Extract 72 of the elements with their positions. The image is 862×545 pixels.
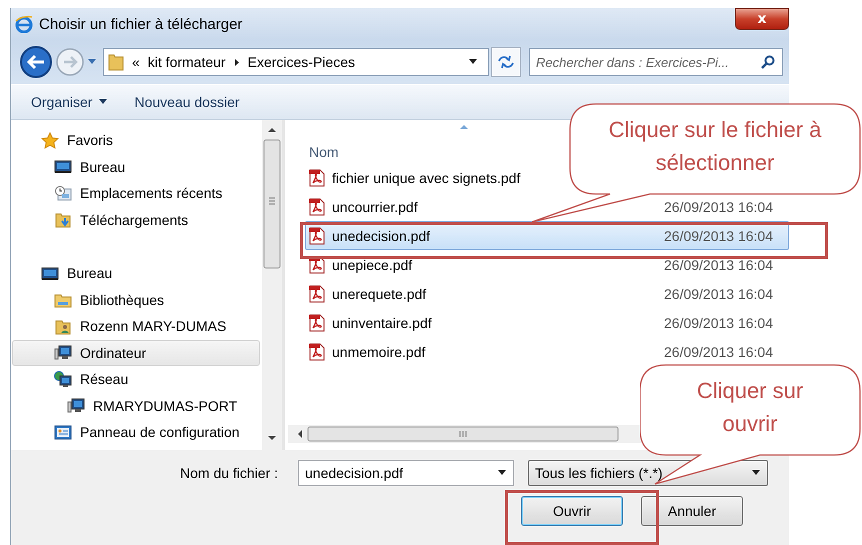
pdf-file-icon (308, 342, 326, 360)
tree-item[interactable]: RMARYDUMAS-PORT (12, 392, 260, 419)
tree-item[interactable]: Réseau (12, 366, 260, 392)
window-title: Choisir un fichier à télécharger (39, 16, 242, 32)
file-date: 26/09/2013 16:04 (664, 228, 773, 244)
sort-arrow-icon (459, 124, 469, 130)
file-name: uncourrier.pdf (332, 198, 419, 214)
breadcrumb-overflow[interactable]: « (132, 54, 140, 70)
vertical-scrollbar[interactable] (262, 120, 282, 450)
search-icon (761, 55, 775, 69)
monitor-icon (54, 158, 72, 176)
tree-item[interactable]: Favoris (12, 127, 260, 154)
tree-item[interactable]: Ordinateur (12, 340, 260, 366)
file-name: unerequete.pdf (332, 286, 428, 302)
breadcrumb[interactable]: kit formateur (148, 54, 226, 70)
caret-icon (497, 469, 507, 477)
computer-icon (67, 397, 85, 414)
computer-icon (54, 344, 72, 362)
file-name: unmemoire.pdf (332, 344, 426, 360)
pdf-file-icon (308, 226, 326, 244)
toolbar-button[interactable]: Organiser (25, 90, 114, 114)
file-row[interactable]: unepiece.pdf 26/09/2013 16:04 (305, 250, 789, 279)
back-button[interactable] (19, 45, 53, 79)
file-date: 26/09/2013 16:04 (664, 314, 773, 330)
file-row[interactable]: uninventaire.pdf 26/09/2013 16:04 (305, 308, 789, 337)
pdf-file-icon (308, 284, 326, 302)
file-row[interactable]: unedecision.pdf 26/09/2013 16:04 (305, 221, 789, 250)
cancel-button[interactable]: Annuler (641, 496, 743, 526)
folder-icon (108, 53, 124, 71)
file-date: 26/09/2013 16:04 (664, 286, 773, 302)
toolbar-button[interactable]: Nouveau dossier (128, 90, 246, 114)
file-date: 26/09/2013 16:04 (664, 344, 773, 360)
caret-icon[interactable] (87, 58, 97, 66)
tree-item[interactable]: Panneau de configuration (12, 419, 260, 446)
pdf-file-icon (308, 168, 326, 186)
file-date: 26/09/2013 16:04 (664, 256, 773, 272)
tree-item[interactable]: Bibliothèques (12, 286, 260, 313)
file-name: uninventaire.pdf (332, 314, 433, 330)
star-icon (41, 132, 59, 149)
browser-icon (15, 15, 33, 33)
refresh-button[interactable] (491, 47, 521, 77)
tree-item[interactable]: Bureau (12, 260, 260, 286)
monitor-icon (41, 264, 59, 282)
tree-item[interactable]: Rozenn MARY-DUMAS (12, 313, 260, 340)
tree-item[interactable]: Emplacements récents (12, 180, 260, 206)
download-folder-icon (54, 211, 72, 228)
clock-folder-icon (54, 184, 72, 202)
tree-item[interactable]: Téléchargements (12, 206, 260, 233)
pdf-file-icon (308, 314, 326, 332)
file-name: unepiece.pdf (332, 256, 414, 272)
file-name: fichier unique avec signets.pdf (332, 170, 522, 186)
file-date: 26/09/2013 16:04 (664, 198, 773, 214)
caret-icon (468, 58, 478, 66)
search-field[interactable]: Rechercher dans : Exercices-Pi... (529, 48, 783, 76)
close-button[interactable]: x (735, 8, 789, 30)
column-header[interactable]: Nom (309, 144, 339, 160)
field-label: Nom du fichier : (180, 465, 280, 481)
breadcrumb[interactable]: Exercices-Pieces (248, 54, 355, 70)
network-computer-icon (54, 370, 72, 388)
user-folder-icon (54, 318, 72, 335)
file-name-field[interactable]: unedecision.pdf (298, 460, 514, 486)
file-name: unedecision.pdf (332, 228, 432, 244)
file-row[interactable]: unmemoire.pdf 26/09/2013 16:04 (305, 337, 789, 366)
chevron-icon (234, 58, 240, 66)
file-row[interactable]: unerequete.pdf 26/09/2013 16:04 (305, 279, 789, 308)
caret-icon (751, 469, 761, 477)
pdf-file-icon (308, 198, 326, 216)
open-button[interactable]: Ouvrir (521, 496, 623, 526)
address-bar[interactable]: « kit formateur Exercices-Pieces (103, 48, 489, 76)
control-panel-icon (54, 424, 72, 441)
file-row[interactable]: uncourrier.pdf 26/09/2013 16:04 (305, 192, 789, 221)
tree-item[interactable]: Bureau (12, 154, 260, 180)
